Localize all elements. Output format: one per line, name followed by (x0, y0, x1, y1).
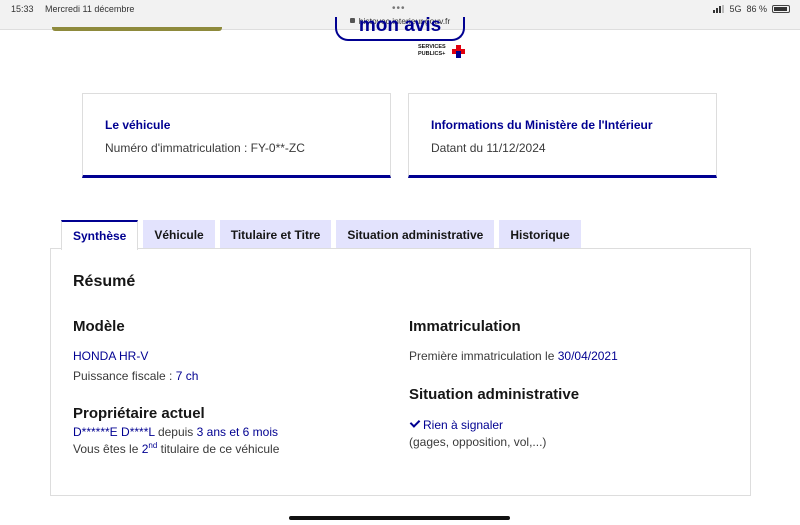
ownership-duration: 3 ans et 6 mois (196, 425, 279, 439)
status-date: Mercredi 11 décembre (45, 4, 135, 14)
cropped-header-button[interactable] (52, 27, 222, 31)
tab-vehicule[interactable]: Véhicule (143, 220, 215, 249)
network-label: 5G (729, 4, 742, 14)
vehicle-card: Le véhicule Numéro d'immatriculation : F… (82, 93, 391, 178)
registration-number: Numéro d'immatriculation : FY-0**-ZC (105, 141, 305, 155)
immat-label: Première immatriculation le (409, 349, 558, 363)
info-date: Datant du 11/12/2024 (431, 141, 546, 155)
battery-icon (772, 5, 790, 13)
mon-avis-button[interactable]: mon avis (335, 17, 465, 41)
puissance-value: 7 ch (175, 369, 199, 383)
proprietaire-title: Propriétaire actuel (73, 405, 205, 422)
rank-prefix: Vous êtes le (73, 442, 142, 456)
check-icon (409, 417, 421, 428)
situation-title: Situation administrative (409, 386, 580, 403)
immat-date: 30/04/2021 (557, 349, 618, 363)
modele-name: HONDA HR-V (73, 349, 149, 363)
synthese-panel: Résumé Modèle HONDA HR-V Puissance fisca… (50, 248, 751, 496)
mon-avis-label: mon avis (358, 17, 442, 36)
services-publics-logo: SERVICES PUBLICS+ (418, 44, 446, 58)
logo-line-1: SERVICES (418, 44, 446, 50)
home-indicator[interactable] (289, 516, 510, 520)
tab-historique[interactable]: Historique (499, 220, 581, 249)
status-time-date: 15:33 Mercredi 11 décembre (11, 4, 143, 14)
services-publics-cross-icon (452, 45, 465, 58)
puissance-label: Puissance fiscale : (73, 369, 176, 383)
tab-situation-administrative[interactable]: Situation administrative (336, 220, 495, 249)
situation-status-text: Rien à signaler (423, 418, 504, 432)
tab-synthese[interactable]: Synthèse (61, 220, 139, 250)
logo-line-2: PUBLICS+ (418, 51, 446, 57)
status-indicators: 5G 86 % (713, 4, 790, 14)
modele-title: Modèle (73, 318, 125, 335)
proprietaire-name: D******E D****L (73, 425, 155, 439)
puissance-fiscale: Puissance fiscale : 7 ch (73, 369, 198, 383)
situation-status: Rien à signaler (409, 417, 504, 432)
depuis-text: depuis (154, 425, 197, 439)
ministry-card-title: Informations du Ministère de l'Intérieur (431, 118, 653, 132)
summary-title: Résumé (73, 273, 136, 290)
ministry-info-card: Informations du Ministère de l'Intérieur… (408, 93, 717, 178)
situation-details: (gages, opposition, vol,...) (409, 435, 547, 449)
signal-icon (713, 5, 725, 13)
vehicle-card-title: Le véhicule (105, 118, 171, 132)
status-time: 15:33 (11, 4, 34, 14)
tab-titulaire-et-titre[interactable]: Titulaire et Titre (219, 220, 332, 249)
tab-bar: Synthèse Véhicule Titulaire et Titre Sit… (61, 220, 581, 250)
battery-label: 86 % (746, 4, 767, 14)
rank-text: titulaire de ce véhicule (157, 442, 280, 456)
immatriculation-title: Immatriculation (409, 318, 521, 335)
premiere-immatriculation: Première immatriculation le 30/04/2021 (409, 349, 618, 363)
rank-suffix: nd (148, 441, 158, 450)
proprietaire-line: D******E D****L depuis 3 ans et 6 mois (73, 425, 278, 439)
multitask-dots-icon[interactable]: ••• (392, 3, 406, 14)
titulaire-rank-line: Vous êtes le 2nd titulaire de ce véhicul… (73, 441, 279, 456)
